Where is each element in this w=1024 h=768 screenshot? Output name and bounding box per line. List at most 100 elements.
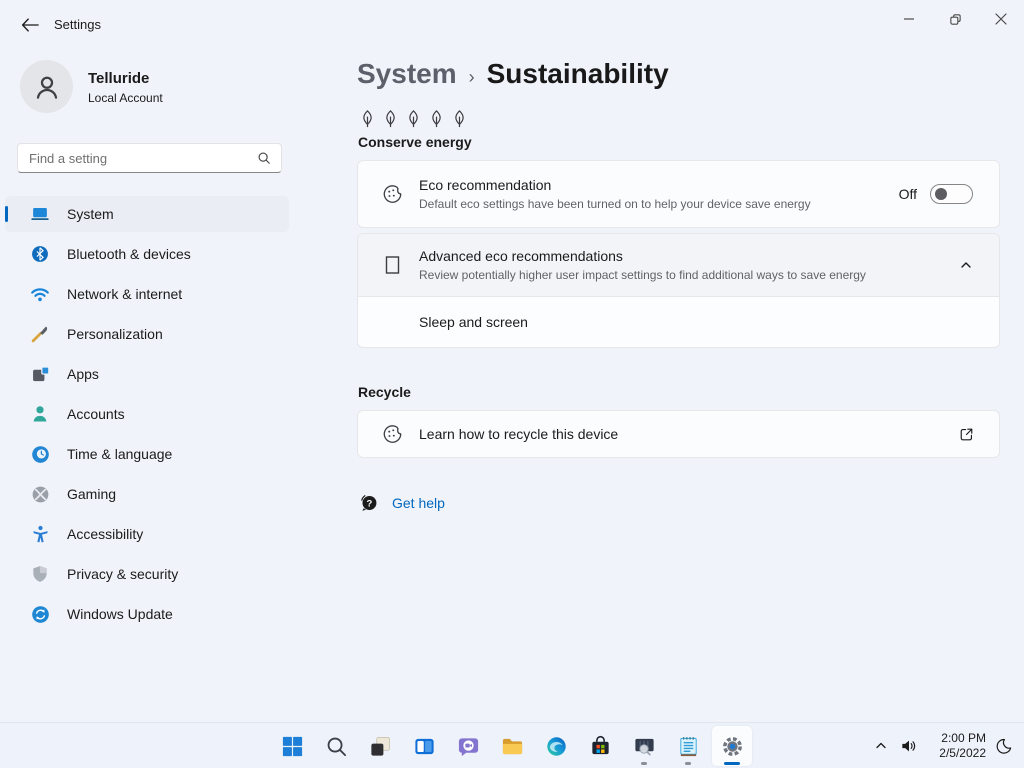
monitor-search-icon xyxy=(633,735,656,758)
sidebar-item-personalization[interactable]: Personalization xyxy=(5,316,289,352)
sidebar-item-system[interactable]: System xyxy=(5,196,289,232)
breadcrumb: System › Sustainability xyxy=(357,58,669,90)
shield-icon xyxy=(29,564,51,584)
chat-button[interactable] xyxy=(448,726,488,766)
task-view-icon xyxy=(369,735,392,758)
main-content: System › Sustainability Conserve energy … xyxy=(357,48,1000,722)
file-explorer-button[interactable] xyxy=(492,726,532,766)
sidebar-item-gaming[interactable]: Gaming xyxy=(5,476,289,512)
tray-overflow-button[interactable] xyxy=(868,726,894,766)
taskbar-search-button[interactable] xyxy=(316,726,356,766)
tray-date: 2/5/2022 xyxy=(939,746,986,760)
leaf-icon xyxy=(358,109,377,129)
sidebar-nav: System Bluetooth & devices Network & int… xyxy=(5,196,289,636)
chevron-up-icon[interactable] xyxy=(959,258,973,272)
system-icon xyxy=(29,203,51,225)
minimize-button[interactable] xyxy=(886,0,932,38)
advanced-eco-description: Review potentially higher user impact se… xyxy=(419,267,866,282)
svg-text:?: ? xyxy=(367,498,373,509)
get-help-link[interactable]: ? Get help xyxy=(358,492,445,513)
start-button[interactable] xyxy=(272,726,312,766)
system-monitor-app-button[interactable] xyxy=(624,726,664,766)
settings-app-button[interactable] xyxy=(712,726,752,766)
brush-icon xyxy=(29,323,51,345)
focus-assist-button[interactable] xyxy=(986,726,1020,766)
leaf-icon xyxy=(404,109,423,129)
user-account-type: Local Account xyxy=(88,91,163,105)
search-icon xyxy=(257,151,271,165)
selected-indicator xyxy=(5,206,8,222)
taskbar: 2:00 PM 2/5/2022 xyxy=(0,722,1024,768)
sleep-and-screen-row[interactable]: Sleep and screen xyxy=(358,297,999,347)
avatar[interactable] xyxy=(20,60,73,113)
apps-icon xyxy=(29,364,51,385)
close-button[interactable] xyxy=(978,0,1024,38)
help-question-icon: ? xyxy=(358,492,379,513)
sidebar-item-accessibility[interactable]: Accessibility xyxy=(5,516,289,552)
moon-icon xyxy=(994,737,1013,756)
sidebar-item-privacy-security[interactable]: Privacy & security xyxy=(5,556,289,592)
microsoft-store-button[interactable] xyxy=(580,726,620,766)
chat-icon xyxy=(457,735,480,758)
edge-icon xyxy=(545,735,568,758)
file-explorer-icon xyxy=(501,735,524,758)
search-box[interactable] xyxy=(17,143,282,173)
get-help-label: Get help xyxy=(392,494,445,511)
placeholder-glyph-icon xyxy=(380,255,404,275)
sidebar-item-windows-update[interactable]: Windows Update xyxy=(5,596,289,632)
leaf-icon xyxy=(381,109,400,129)
advanced-eco-title: Advanced eco recommendations xyxy=(419,247,623,264)
toggle-state-label: Off xyxy=(898,186,917,202)
windows-start-icon xyxy=(281,735,304,758)
accessibility-icon xyxy=(29,524,51,545)
microsoft-store-icon xyxy=(589,735,612,758)
task-view-button[interactable] xyxy=(360,726,400,766)
notepad-button[interactable] xyxy=(668,726,708,766)
edge-button[interactable] xyxy=(536,726,576,766)
person-icon xyxy=(32,72,62,102)
leaf-icon xyxy=(427,109,446,129)
sidebar-item-bluetooth-devices[interactable]: Bluetooth & devices xyxy=(5,236,289,272)
volume-button[interactable] xyxy=(894,726,924,766)
tray-time: 2:00 PM xyxy=(941,731,986,745)
external-link-icon xyxy=(958,426,975,443)
app-title: Settings xyxy=(54,17,101,32)
eco-leaf-icon xyxy=(380,184,404,205)
wifi-icon xyxy=(29,283,51,305)
advanced-eco-card: Advanced eco recommendations Review pote… xyxy=(357,233,1000,348)
page-title: Sustainability xyxy=(486,58,669,89)
search-input[interactable] xyxy=(18,150,257,166)
toggle-knob xyxy=(935,188,947,200)
back-arrow-icon xyxy=(21,17,39,33)
restore-button[interactable] xyxy=(932,0,978,38)
eco-recommendation-description: Default eco settings have been turned on… xyxy=(419,196,811,211)
account-icon xyxy=(29,404,51,424)
breadcrumb-separator: › xyxy=(468,67,475,87)
sidebar-item-network-internet[interactable]: Network & internet xyxy=(5,276,289,312)
advanced-eco-header[interactable]: Advanced eco recommendations Review pote… xyxy=(358,234,999,297)
recycle-section-header: Recycle xyxy=(358,384,411,400)
user-name: Telluride xyxy=(88,70,150,87)
breadcrumb-system[interactable]: System xyxy=(357,58,457,90)
notepad-icon xyxy=(677,735,700,758)
chevron-up-icon xyxy=(874,739,888,753)
recycle-link-card[interactable]: Learn how to recycle this device xyxy=(357,410,1000,458)
back-button[interactable] xyxy=(12,10,48,40)
leaf-icon xyxy=(450,109,469,129)
sidebar: Telluride Local Account System Bluetooth… xyxy=(0,48,300,722)
conserve-energy-leaves xyxy=(358,109,469,129)
speaker-icon xyxy=(899,736,919,756)
sidebar-item-apps[interactable]: Apps xyxy=(5,356,289,392)
eco-recommendation-toggle[interactable] xyxy=(930,184,973,204)
clock[interactable]: 2:00 PM 2/5/2022 xyxy=(924,731,986,761)
update-icon xyxy=(29,604,51,625)
clock-icon xyxy=(29,444,51,465)
widgets-button[interactable] xyxy=(404,726,444,766)
titlebar: Settings xyxy=(0,0,1024,48)
sleep-and-screen-label: Sleep and screen xyxy=(419,314,528,330)
eco-recommendation-title: Eco recommendation xyxy=(419,176,552,193)
eco-leaf-icon xyxy=(380,424,404,445)
sidebar-item-accounts[interactable]: Accounts xyxy=(5,396,289,432)
sidebar-item-time-language[interactable]: Time & language xyxy=(5,436,289,472)
widgets-icon xyxy=(413,735,436,758)
